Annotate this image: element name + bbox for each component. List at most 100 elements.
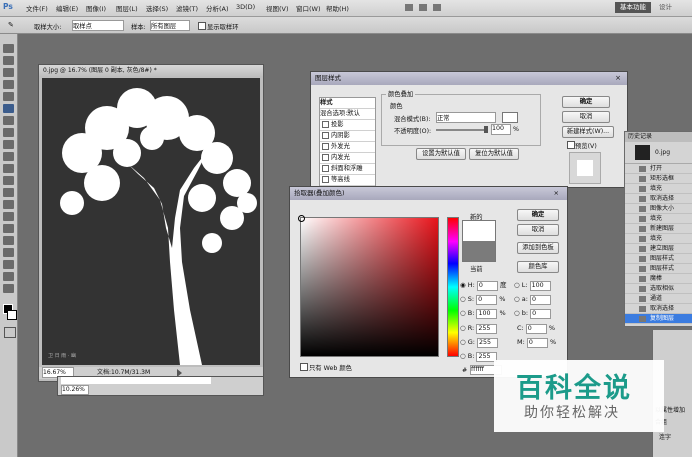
history-state[interactable]: 打开 [625,164,692,174]
lasso-tool-icon[interactable] [3,68,14,77]
app-bar-icons[interactable] [405,4,465,12]
color-field-cursor[interactable] [298,215,305,222]
blur-tool-icon[interactable] [3,188,14,197]
s-input[interactable]: 0 [476,295,498,305]
r-input[interactable]: 255 [476,324,498,334]
crop-tool-icon[interactable] [3,92,14,101]
history-state[interactable]: 建立图层 [625,244,692,254]
menu-item[interactable]: 帮助(H) [326,3,349,13]
preview-checkbox[interactable] [567,141,575,149]
ok-button[interactable]: 确定 [517,209,559,221]
history-state[interactable]: 取消选择 [625,304,692,314]
styles-header[interactable]: 样式 [320,98,375,109]
marquee-tool-icon[interactable] [3,56,14,65]
l-input[interactable]: 100 [529,281,551,291]
history-state[interactable]: 取消选择 [625,194,692,204]
blend-mode-select[interactable]: 正常 [436,112,496,123]
color-libraries-button[interactable]: 颜色库 [517,261,559,273]
history-state[interactable]: 选取相似 [625,284,692,294]
history-state[interactable]: 图像大小 [625,204,692,214]
history-tab[interactable]: 历史记录 [625,132,692,142]
h-input[interactable]: 0 [476,281,498,291]
stamp-tool-icon[interactable] [3,140,14,149]
pen-tool-icon[interactable] [3,212,14,221]
eraser-tool-icon[interactable] [3,164,14,173]
sample-select[interactable]: 所有图层 [150,20,190,31]
sample-size-select[interactable]: 取样点 [72,20,124,31]
c-input[interactable]: 0 [525,324,547,334]
menu-item[interactable]: 选择(S) [146,3,168,13]
b-input[interactable]: 100 [476,309,498,319]
menu-item[interactable]: 文件(F) [26,3,48,13]
background-color-swatch[interactable] [7,310,17,320]
path-select-tool-icon[interactable] [3,236,14,245]
effect-item[interactable]: 等高线 [320,175,375,186]
healing-tool-icon[interactable] [3,116,14,125]
layer-style-title-bar[interactable]: 图层样式 × [311,72,627,85]
eyedropper-icon[interactable]: ✎ [8,21,14,29]
menu-item[interactable]: 视图(V) [266,3,289,13]
hue-slider[interactable] [447,217,459,357]
only-web-colors-checkbox[interactable] [300,363,308,371]
show-ring-checkbox[interactable] [198,22,206,30]
eyedropper-tool-icon[interactable] [3,104,14,113]
brush-tool-icon[interactable] [3,128,14,137]
set-default-button[interactable]: 设置为默认值 [416,148,466,160]
color-picker-title-bar[interactable]: 拾取器(叠加颜色) × [290,187,567,200]
g-input[interactable]: 255 [477,338,499,348]
reset-default-button[interactable]: 复位为默认值 [469,148,519,160]
magic-wand-tool-icon[interactable] [3,80,14,89]
effect-item[interactable]: 内阴影 [320,131,375,142]
close-icon[interactable]: × [554,187,559,200]
workspace-design-button[interactable]: 设计 [654,2,677,13]
current-color-swatch[interactable] [462,241,496,262]
history-state[interactable]: 通道 [625,294,692,304]
effect-item[interactable]: 投影 [320,120,375,131]
cancel-button[interactable]: 取消 [562,111,610,123]
zoom-tool-icon[interactable] [3,284,14,293]
document-title-bar[interactable]: 0.jpg @ 16.7% (图层 0 副本, 灰色/8#) * [39,65,263,77]
cancel-button[interactable]: 取消 [517,224,559,236]
history-state[interactable]: 填充 [625,234,692,244]
arrange-icon[interactable] [433,4,441,11]
history-snapshot[interactable]: 0.jpg [625,143,692,164]
effect-item[interactable]: 斜面和浮雕 [320,164,375,175]
move-tool-icon[interactable] [3,44,14,53]
second-zoom-field[interactable]: 10.26% [61,385,89,395]
ok-button[interactable]: 确定 [562,96,610,108]
launch-bridge-icon[interactable] [405,4,413,11]
m-input[interactable]: 0 [526,338,548,348]
effect-checkbox[interactable] [322,175,329,183]
history-state[interactable]: 新建图层 [625,224,692,234]
document-canvas[interactable]: 卫 日 雨 · 幽 [42,78,260,365]
menu-item[interactable]: 分析(A) [206,3,229,13]
history-state[interactable]: 图层样式 [625,254,692,264]
opacity-slider[interactable] [436,129,486,131]
history-state[interactable]: 填充 [625,184,692,194]
effect-checkbox[interactable] [322,153,329,161]
workspace-essentials-button[interactable]: 基本功能 [615,2,651,13]
hand-tool-icon[interactable] [3,272,14,281]
lab-b-input[interactable]: 0 [530,309,552,319]
menu-item[interactable]: 图层(L) [116,3,138,13]
gradient-tool-icon[interactable] [3,176,14,185]
history-state[interactable]: 填充 [625,214,692,224]
dodge-tool-icon[interactable] [3,200,14,209]
3d-rotate-tool-icon[interactable] [3,260,14,269]
menu-item[interactable]: 编辑(E) [56,3,78,13]
close-icon[interactable]: × [615,72,621,85]
view-extras-icon[interactable] [419,4,427,11]
history-state[interactable]: 图层样式 [625,264,692,274]
effect-item[interactable]: 内发光 [320,153,375,164]
effect-checkbox[interactable] [322,142,329,150]
menu-item[interactable]: 滤镜(T) [176,3,198,13]
saturation-brightness-field[interactable] [300,217,439,357]
history-state[interactable]: 复制图层 [625,314,692,324]
quick-mask-icon[interactable] [4,327,16,338]
menu-item[interactable]: 3D(D) [236,3,255,11]
effect-checkbox[interactable] [322,131,329,139]
effect-checkbox[interactable] [322,120,329,128]
history-state[interactable]: 矩形选框 [625,174,692,184]
opacity-input[interactable]: 100 [491,124,511,135]
overlay-color-swatch[interactable] [502,112,518,123]
